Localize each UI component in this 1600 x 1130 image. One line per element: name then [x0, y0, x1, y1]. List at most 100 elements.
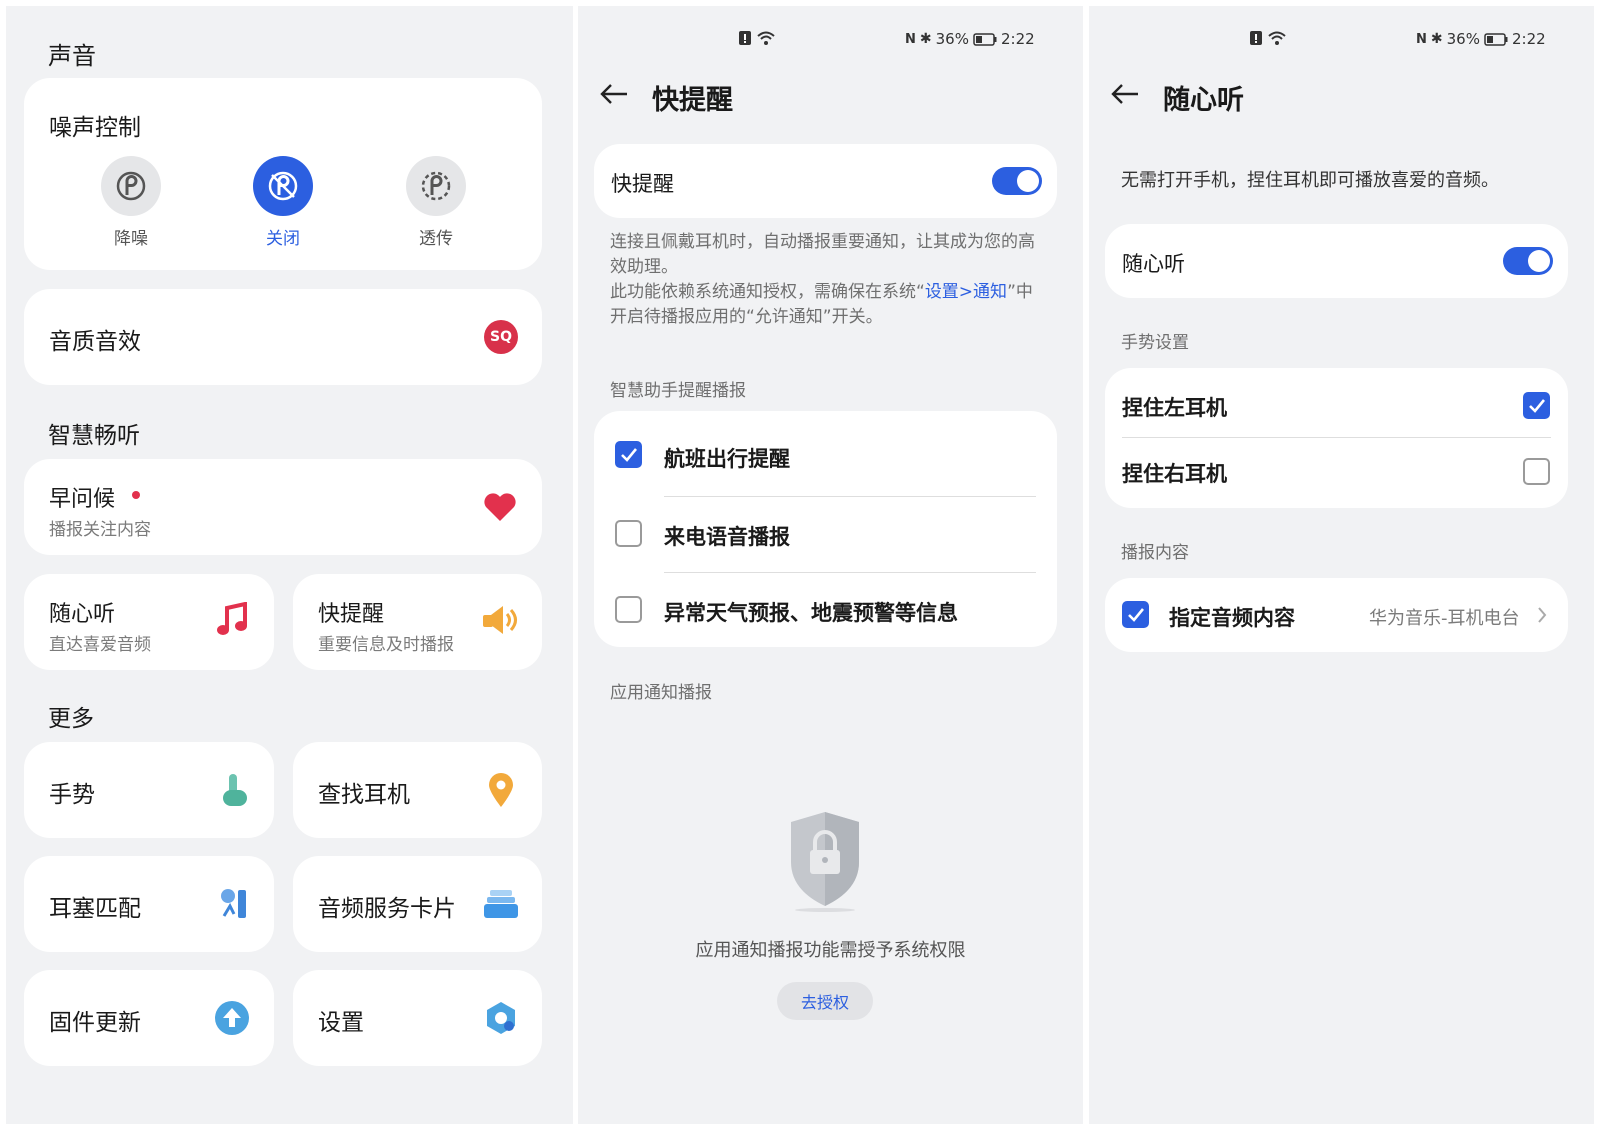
ear-tip-fit-card[interactable]: 耳塞匹配: [24, 856, 274, 952]
find-earphones-card[interactable]: 查找耳机: [293, 742, 542, 838]
gesture-label: 捏住右耳机: [1122, 462, 1227, 486]
find-earphones-label: 查找耳机: [318, 782, 410, 808]
ear-tip-fit-label: 耳塞匹配: [49, 896, 141, 922]
bluetooth-icon: ✱: [919, 31, 932, 47]
speaker-icon: [479, 600, 521, 640]
status-icons-right: N ✱ 36% 2:22: [1416, 30, 1546, 48]
wifi-icon: [757, 31, 775, 45]
free-listen-toggle-row: 随心听: [1105, 224, 1568, 298]
wifi-icon: [1268, 31, 1286, 45]
gesture-row-left[interactable]: 捏住左耳机: [1105, 368, 1568, 436]
checkbox-checked-icon[interactable]: [615, 441, 642, 468]
option-row[interactable]: 异常天气预报、地震预警等信息: [594, 573, 1057, 647]
nfc-icon: N: [1416, 31, 1427, 47]
noise-control-card: 噪声控制 降噪 关闭 透传: [24, 78, 542, 270]
description-line1: 连接且佩戴耳机时，自动播报重要通知，让其成为您的高效助理。: [610, 232, 1035, 277]
new-dot-icon: [132, 491, 140, 499]
noise-cancel-icon: [101, 156, 161, 216]
ear-tip-fit-icon: [214, 884, 254, 924]
chevron-right-icon: [1535, 605, 1549, 625]
quick-remind-page: N ✱ 36% 2:22 快提醒 快提醒 连接且佩戴耳机时，自动播报重要通知，让…: [578, 6, 1083, 1124]
settings-notification-link[interactable]: 设置>通知: [925, 282, 1007, 302]
settings-hex-icon: [481, 998, 521, 1038]
intro-text: 无需打开手机，捏住耳机即可播放喜爱的音频。: [1121, 170, 1499, 191]
quick-remind-card[interactable]: 快提醒 重要信息及时播报: [293, 574, 542, 670]
checkbox-checked-icon[interactable]: [1122, 601, 1149, 628]
content-label: 指定音频内容: [1169, 606, 1295, 630]
toggle-label: 随心听: [1122, 252, 1185, 276]
sound-quality-label: 音质音效: [49, 329, 141, 355]
notification-icon: [739, 31, 751, 45]
audio-service-label: 音频服务卡片: [318, 896, 456, 922]
sound-quality-card[interactable]: 音质音效 SQ: [24, 289, 542, 385]
gesture-row-right[interactable]: 捏住右耳机: [1105, 438, 1568, 508]
option-row[interactable]: 来电语音播报: [594, 497, 1057, 572]
gesture-options-card: 捏住左耳机 捏住右耳机: [1105, 368, 1568, 508]
settings-card[interactable]: 设置: [293, 970, 542, 1066]
status-icons-left: [1249, 30, 1287, 46]
mode-transparency[interactable]: 透传: [406, 156, 466, 249]
back-arrow-icon[interactable]: [598, 78, 630, 110]
morning-greeting-title: 早问候: [49, 487, 116, 512]
authorize-button[interactable]: 去授权: [777, 982, 873, 1020]
firmware-update-icon: [212, 998, 252, 1038]
gesture-card[interactable]: 手势: [24, 742, 274, 838]
assistant-options-card: 航班出行提醒 来电语音播报 异常天气预报、地震预警等信息: [594, 411, 1057, 647]
morning-greeting-subtitle: 播报关注内容: [49, 520, 151, 540]
sound-section-title: 声音: [48, 42, 96, 70]
noise-off-icon: [253, 156, 313, 216]
free-listen-toggle[interactable]: [1503, 247, 1553, 275]
content-section-header: 播报内容: [1121, 543, 1189, 563]
quick-remind-subtitle: 重要信息及时播报: [318, 635, 454, 655]
music-note-icon: [212, 600, 252, 640]
option-label: 航班出行提醒: [664, 447, 790, 471]
app-notify-section-header: 应用通知播报: [610, 683, 712, 703]
battery-percent: 36%: [1446, 30, 1480, 48]
free-listen-card[interactable]: 随心听 直达喜爱音频: [24, 574, 274, 670]
sq-badge-icon: SQ: [484, 320, 518, 354]
mode-noise-cancel[interactable]: 降噪: [101, 156, 161, 249]
smart-listen-section-title: 智慧畅听: [48, 423, 140, 449]
option-row[interactable]: 航班出行提醒: [594, 411, 1057, 489]
gesture-icon: [214, 770, 254, 810]
quick-remind-toggle-row: 快提醒: [594, 144, 1057, 218]
free-listen-title: 随心听: [49, 602, 116, 627]
description-text: 连接且佩戴耳机时，自动播报重要通知，让其成为您的高效助理。 此功能依赖系统通知授…: [610, 230, 1040, 330]
status-icons-left: [738, 30, 776, 46]
status-icons-right: N ✱ 36% 2:22: [905, 30, 1035, 48]
clock-time: 2:22: [1000, 30, 1035, 48]
mode-label: 透传: [419, 229, 453, 249]
checkbox-unchecked-icon[interactable]: [1523, 458, 1550, 485]
battery-icon: [1484, 32, 1508, 46]
heart-icon: [480, 487, 520, 527]
audio-service-card[interactable]: 音频服务卡片: [293, 856, 542, 952]
checkbox-unchecked-icon[interactable]: [615, 520, 642, 547]
description-line2-before: 此功能依赖系统通知授权，需确保在系统“: [610, 282, 925, 302]
gesture-section-header: 手势设置: [1121, 333, 1189, 353]
checkbox-unchecked-icon[interactable]: [615, 596, 642, 623]
mode-off[interactable]: 关闭: [253, 156, 313, 249]
option-label: 来电语音播报: [664, 525, 790, 549]
free-listen-page: N ✱ 36% 2:22 随心听 无需打开手机，捏住耳机即可播放喜爱的音频。 随…: [1089, 6, 1594, 1124]
gesture-label: 捏住左耳机: [1122, 396, 1227, 420]
audio-content-row[interactable]: 指定音频内容 华为音乐-耳机电台: [1105, 578, 1568, 652]
assistant-section-header: 智慧助手提醒播报: [610, 381, 746, 401]
bluetooth-icon: ✱: [1430, 31, 1443, 47]
back-arrow-icon[interactable]: [1109, 78, 1141, 110]
clock-time: 2:22: [1511, 30, 1546, 48]
firmware-update-card[interactable]: 固件更新: [24, 970, 274, 1066]
shield-lock-icon: [783, 806, 867, 916]
page-title: 快提醒: [652, 85, 733, 116]
quick-remind-toggle[interactable]: [992, 167, 1042, 195]
settings-label: 设置: [318, 1010, 364, 1036]
empty-state-text: 应用通知播报功能需授予系统权限: [695, 940, 966, 961]
checkbox-checked-icon[interactable]: [1523, 392, 1550, 419]
notification-icon: [1250, 31, 1262, 45]
battery-percent: 36%: [935, 30, 969, 48]
morning-greeting-card[interactable]: 早问候 播报关注内容: [24, 459, 542, 555]
audio-settings-panel: 声音 噪声控制 降噪 关闭 透传 音质音效 SQ 智慧畅听 早问候 播报关注内容…: [6, 6, 573, 1124]
toggle-label: 快提醒: [611, 172, 674, 196]
gesture-label: 手势: [49, 782, 95, 808]
more-section-title: 更多: [48, 706, 94, 732]
location-pin-icon: [481, 770, 521, 810]
